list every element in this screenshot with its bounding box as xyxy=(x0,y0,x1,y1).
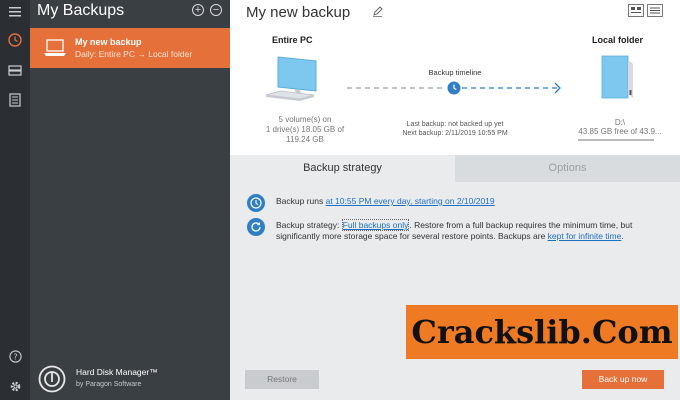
backup-item-name: My new backup xyxy=(75,37,142,47)
icon-rail: ? xyxy=(0,0,30,400)
destination-usage-bar xyxy=(578,139,654,141)
source-label: Entire PC xyxy=(272,35,313,45)
source-info: 5 volume(s) on 1 drive(s) 18.05 GB of 11… xyxy=(265,115,345,144)
tab-options[interactable]: Options xyxy=(455,155,680,182)
timeline-label: Backup timeline xyxy=(428,68,482,77)
clock-icon[interactable] xyxy=(7,32,23,48)
hamburger-icon[interactable] xyxy=(7,4,23,20)
footer-bar: Restore Back up now xyxy=(230,352,680,400)
monitor-icon[interactable] xyxy=(264,55,320,109)
page-title: My new backup xyxy=(246,4,351,21)
cycle-icon xyxy=(247,218,265,236)
diagram-view-icon[interactable] xyxy=(628,4,644,17)
clock-icon[interactable] xyxy=(447,81,461,97)
plus-circle-icon[interactable]: + xyxy=(192,4,204,16)
backups-panel: My Backups + − My new backup Daily: Enti… xyxy=(30,0,230,400)
minus-circle-icon[interactable]: − xyxy=(210,4,222,16)
watermark-banner: Crackslib.Com xyxy=(406,305,678,359)
back-up-now-button[interactable]: Back up now xyxy=(582,370,664,389)
log-icon[interactable] xyxy=(7,92,23,108)
timeline-info: Last backup: not backed up yet Next back… xyxy=(402,121,508,137)
schedule-text: Backup runs at 10:55 PM every day, start… xyxy=(276,196,495,206)
list-view-icon[interactable] xyxy=(647,4,663,17)
paragon-logo-icon xyxy=(38,365,66,395)
folder-icon[interactable] xyxy=(600,54,636,102)
retention-link[interactable]: kept for infinite time xyxy=(548,231,622,241)
strategy-link[interactable]: Full backups only xyxy=(341,219,410,231)
laptop-icon xyxy=(43,39,67,59)
tab-bar: Backup strategy Options xyxy=(230,155,680,182)
panel-title: My Backups xyxy=(37,2,125,19)
help-icon[interactable]: ? xyxy=(7,348,23,364)
destination-path: D:\ xyxy=(614,118,626,127)
strategy-text: Backup strategy: Full backups only. Rest… xyxy=(276,219,633,241)
destination-free-space: 43.85 GB free of 43.9... xyxy=(578,127,662,136)
drive-icon[interactable] xyxy=(7,62,23,78)
gear-icon[interactable] xyxy=(7,378,23,394)
brand-name: Hard Disk Manager™ xyxy=(76,367,158,377)
brand-subtitle: by Paragon Software xyxy=(76,381,142,388)
schedule-link[interactable]: at 10:55 PM every day, starting on 2/10/… xyxy=(326,196,495,206)
clock-icon xyxy=(247,194,265,212)
tab-backup-strategy[interactable]: Backup strategy xyxy=(230,155,455,182)
destination-label: Local folder xyxy=(592,35,644,45)
backup-list-item[interactable]: My new backup Daily: Entire PC → Local f… xyxy=(30,28,230,68)
backup-item-schedule: Daily: Entire PC → Local folder xyxy=(75,49,193,59)
pencil-icon[interactable] xyxy=(372,6,383,19)
restore-button[interactable]: Restore xyxy=(245,370,319,389)
svg-text:?: ? xyxy=(13,352,17,361)
